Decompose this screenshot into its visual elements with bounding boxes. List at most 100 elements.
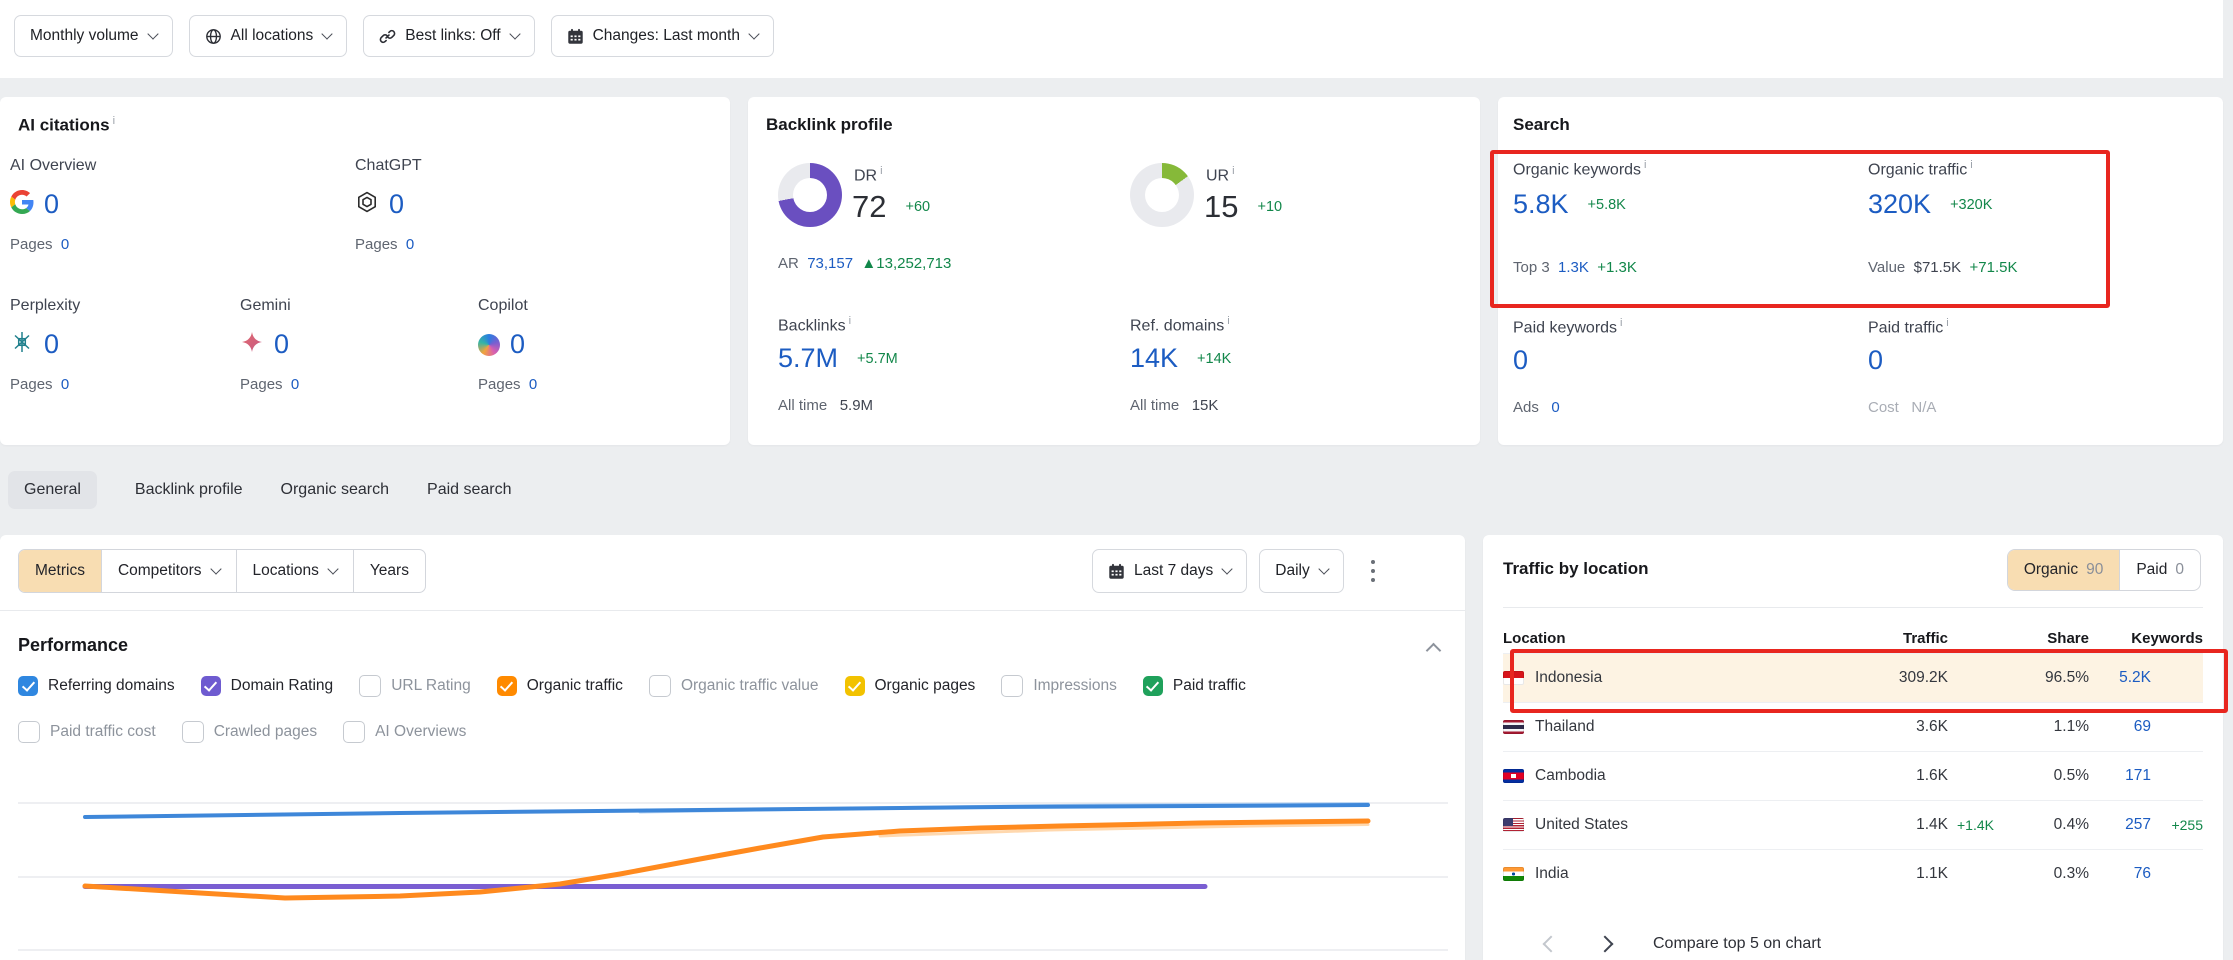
calendar-icon [1108,563,1125,580]
checkbox-impressions[interactable]: Impressions [1001,675,1117,697]
gemini-metric: Gemini 0 Pages 0 [240,297,299,393]
tab-organic-search[interactable]: Organic search [281,471,390,509]
checkbox-url-rating[interactable]: URL Rating [359,675,471,697]
segment-metrics[interactable]: Metrics [19,550,101,592]
checkbox-box[interactable] [201,676,221,696]
traffic-value: 3.6K [1843,718,1948,736]
ref-domains-value[interactable]: 14K [1130,343,1178,374]
info-icon[interactable] [1943,317,1948,337]
organic-traffic-value[interactable]: 320K [1868,189,1931,220]
paid-keywords-value[interactable]: 0 [1513,345,1528,376]
copilot-value[interactable]: 0 [510,329,525,360]
monthly-volume-dropdown[interactable]: Monthly volume [14,15,173,57]
ads-value[interactable]: 0 [1551,399,1559,416]
table-row-india[interactable]: India 1.1K 0.3% 76 [1503,849,2203,898]
checkbox-box[interactable] [18,721,40,743]
keywords-link[interactable]: 69 [2089,718,2151,736]
organic-keywords-value[interactable]: 5.8K [1513,189,1569,220]
paid-keywords-label: Paid keywords [1513,319,1617,336]
segment-years[interactable]: Years [353,550,425,592]
usa-flag-icon [1503,818,1524,832]
tab-paid-search[interactable]: Paid search [427,471,512,509]
checkbox-box[interactable] [1143,676,1163,696]
table-row-indonesia[interactable]: Indonesia 309.2K 96.5% 5.2K [1503,653,2203,702]
keywords-link[interactable]: 171 [2089,767,2151,785]
ai-overview-pages-value[interactable]: 0 [61,236,69,253]
table-row-thailand[interactable]: Thailand 3.6K 1.1% 69 [1503,702,2203,751]
table-row-cambodia[interactable]: Cambodia 1.6K 0.5% 171 [1503,751,2203,800]
changes-dropdown[interactable]: Changes: Last month [551,15,774,57]
info-icon[interactable] [1641,159,1646,179]
info-icon[interactable] [846,315,851,335]
date-range-dropdown[interactable]: Last 7 days [1092,549,1247,593]
info-icon[interactable] [1224,315,1229,335]
pagination-prev-button[interactable] [1543,936,1560,953]
checkbox-box[interactable] [18,676,38,696]
cambodia-flag-icon [1503,769,1524,783]
checkbox-box[interactable] [497,676,517,696]
chatgpt-pages-value[interactable]: 0 [406,236,414,253]
chatgpt-value[interactable]: 0 [389,189,404,220]
checkbox-box[interactable] [182,721,204,743]
checkbox-box[interactable] [343,721,365,743]
compare-top5-button[interactable]: Compare top 5 on chart [1653,935,1821,953]
performance-card: Metrics Competitors Locations Years [0,535,1465,960]
divider [0,610,1465,611]
table-row-united-states[interactable]: United States 1.4K +1.4K 0.4% 257 +255 [1503,800,2203,849]
locations-filter-dropdown[interactable]: All locations [189,15,348,57]
checkbox-organic-traffic[interactable]: Organic traffic [497,676,623,696]
keywords-link[interactable]: 5.2K [2089,669,2151,687]
tab-general[interactable]: General [8,471,97,509]
segment-locations[interactable]: Locations [236,550,353,592]
backlinks-value[interactable]: 5.7M [778,343,838,374]
checkbox-box[interactable] [359,675,381,697]
info-icon[interactable] [1617,317,1622,337]
info-icon[interactable] [1967,159,1972,179]
perplexity-value[interactable]: 0 [44,329,59,360]
metrics-label: Metrics [35,562,85,580]
gemini-pages-value[interactable]: 0 [291,376,299,393]
chevron-down-icon [1318,563,1329,574]
checkbox-label: Organic pages [875,677,976,695]
more-options-button[interactable] [1356,550,1390,592]
best-links-dropdown[interactable]: Best links: Off [363,15,534,57]
ar-value[interactable]: 73,157 [807,255,853,272]
pagination-next-button[interactable] [1597,936,1614,953]
checkbox-paid-traffic-cost[interactable]: Paid traffic cost [18,721,156,743]
competitors-label: Competitors [118,562,202,580]
ai-overview-value[interactable]: 0 [44,189,59,220]
ar-label: AR [778,255,799,272]
performance-line-chart[interactable] [0,760,1465,960]
collapse-section-button[interactable] [1418,641,1439,661]
toggle-paid[interactable]: Paid 0 [2119,550,2200,590]
gemini-value[interactable]: 0 [274,329,289,360]
checkbox-domain-rating[interactable]: Domain Rating [201,676,334,696]
tab-backlink-profile[interactable]: Backlink profile [135,471,243,509]
copilot-pages-value[interactable]: 0 [529,376,537,393]
keywords-link[interactable]: 76 [2089,865,2151,883]
perplexity-icon [10,330,34,359]
organic-count: 90 [2086,561,2103,579]
checkbox-crawled-pages[interactable]: Crawled pages [182,721,317,743]
checkbox-box[interactable] [845,676,865,696]
checkbox-organic-traffic-value[interactable]: Organic traffic value [649,675,819,697]
checkbox-box[interactable] [649,675,671,697]
top3-value[interactable]: 1.3K [1558,259,1589,276]
granularity-dropdown[interactable]: Daily [1259,549,1343,593]
info-icon[interactable] [1229,165,1234,185]
toggle-organic[interactable]: Organic 90 [2008,550,2120,590]
gemini-icon [240,330,264,359]
paid-traffic-value[interactable]: 0 [1868,345,1883,376]
segment-competitors[interactable]: Competitors [101,550,236,592]
ur-delta: +10 [1257,199,1282,215]
checkbox-box[interactable] [1001,675,1023,697]
checkbox-paid-traffic[interactable]: Paid traffic [1143,676,1246,696]
checkbox-ai-overviews[interactable]: AI Overviews [343,721,466,743]
keywords-link[interactable]: 257 [2089,816,2151,834]
checkbox-referring-domains[interactable]: Referring domains [18,676,175,696]
checkbox-organic-pages[interactable]: Organic pages [845,676,976,696]
perplexity-pages-value[interactable]: 0 [61,376,69,393]
checkbox-label: Referring domains [48,677,175,695]
info-icon[interactable] [877,165,882,185]
info-icon[interactable] [110,115,115,135]
